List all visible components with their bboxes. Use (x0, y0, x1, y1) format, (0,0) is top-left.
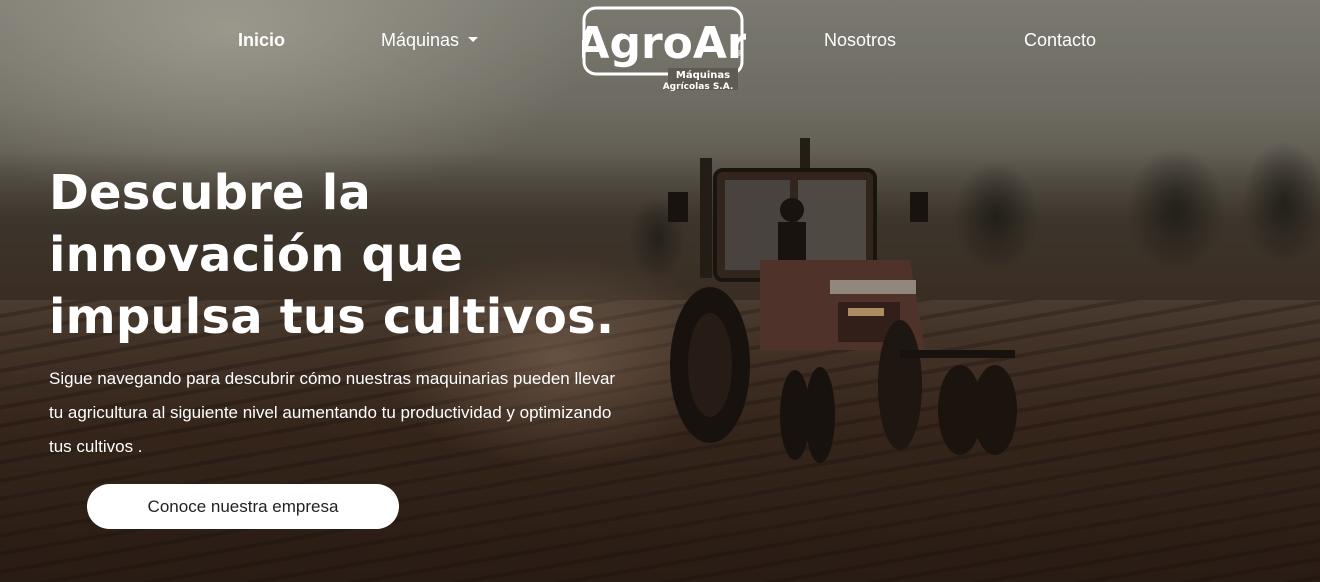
nav-item-maquinas[interactable]: Máquinas (381, 30, 479, 51)
top-navbar: Inicio Máquinas AgroAr ® Máquinas Agríco… (0, 0, 1320, 92)
agroar-logo[interactable]: AgroAr ® Máquinas Agrícolas S.A. (582, 6, 746, 92)
nav-item-inicio[interactable]: Inicio (238, 30, 285, 51)
logo-subtitle-line2: Agrícolas S.A. (663, 82, 734, 92)
nav-item-maquinas-label: Máquinas (381, 30, 460, 50)
logo-brand: AgroAr (582, 18, 746, 69)
chevron-down-icon (468, 37, 479, 42)
cta-button-company[interactable]: Conoce nuestra empresa (87, 484, 399, 529)
logo-registered-mark: ® (736, 49, 744, 58)
hero-title: Descubre la innovación que impulsa tus c… (49, 165, 615, 345)
nav-item-contacto[interactable]: Contacto (1024, 30, 1096, 51)
hero-description: Sigue navegando para descubrir cómo nues… (49, 369, 616, 456)
nav-item-nosotros[interactable]: Nosotros (824, 30, 896, 51)
logo-subtitle-line1: Máquinas (676, 69, 730, 81)
